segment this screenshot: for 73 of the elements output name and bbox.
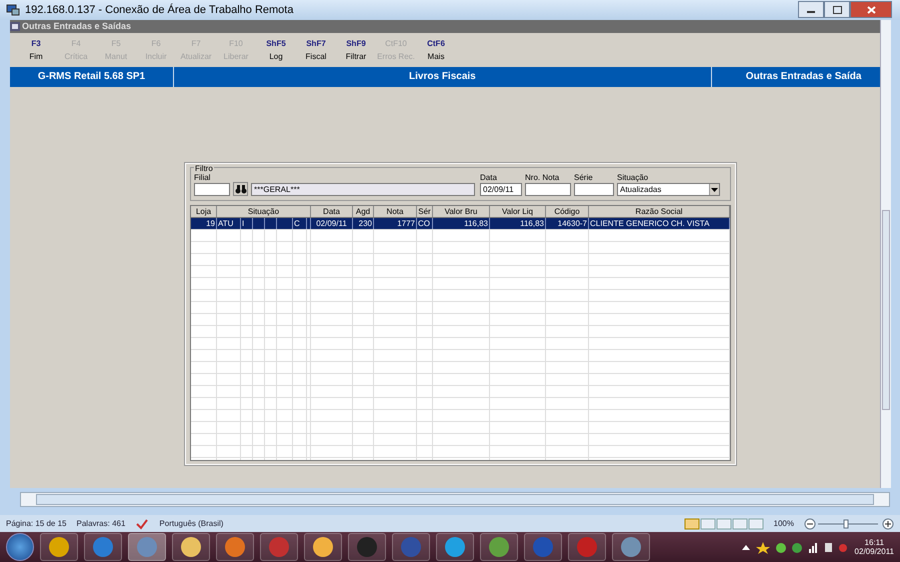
maximize-button[interactable] bbox=[824, 1, 850, 18]
field-label: Data bbox=[480, 172, 498, 182]
close-button[interactable] bbox=[850, 1, 892, 18]
date-field[interactable]: 02/09/11 bbox=[480, 182, 522, 196]
input-field[interactable] bbox=[574, 182, 614, 196]
word-count: Palavras: 461 bbox=[76, 519, 126, 528]
vertical-scrollbar[interactable] bbox=[880, 20, 891, 488]
table-cell: CLIENTE GENERICO CH. VISTA bbox=[589, 218, 730, 229]
table-cell: I bbox=[241, 218, 253, 229]
column-header[interactable]: Situação bbox=[217, 206, 311, 217]
taskbar-app-button[interactable] bbox=[436, 533, 474, 562]
taskbar-app-button[interactable] bbox=[128, 533, 166, 562]
taskbar-app-button[interactable] bbox=[612, 533, 650, 562]
name-field: ***GERAL*** bbox=[251, 182, 475, 196]
column-header[interactable]: Data bbox=[311, 206, 353, 217]
table-cell: CO bbox=[417, 218, 433, 229]
taskbar-app-button[interactable] bbox=[216, 533, 254, 562]
field-label: Série bbox=[574, 172, 594, 182]
clock-date: 02/09/2011 bbox=[854, 547, 894, 556]
column-header[interactable]: Valor Bru bbox=[433, 206, 490, 217]
app-logo-icon bbox=[10, 22, 20, 31]
toolbar-button[interactable]: ShF5 Log bbox=[256, 32, 296, 67]
table-cell: 19 bbox=[191, 218, 217, 229]
toolbar-button[interactable]: F3 Fim bbox=[16, 32, 56, 67]
app-title: Outras Entradas e Saídas bbox=[22, 21, 132, 32]
column-header[interactable]: Loja bbox=[191, 206, 217, 217]
zoom-slider-icon[interactable] bbox=[804, 518, 894, 530]
toolbar-button[interactable]: ShF7 Fiscal bbox=[296, 32, 336, 67]
clock-time: 16:11 bbox=[864, 538, 884, 548]
table-cell: 116,83 bbox=[433, 218, 490, 229]
taskbar-app-button[interactable] bbox=[172, 533, 210, 562]
field-label: Situação bbox=[617, 172, 650, 182]
table-cell: C bbox=[293, 218, 307, 229]
column-header[interactable]: Razão Social bbox=[589, 206, 730, 217]
search-button[interactable] bbox=[233, 182, 248, 196]
column-header[interactable]: Código bbox=[546, 206, 589, 217]
table-cell: 14630-7 bbox=[546, 218, 589, 229]
maximize-icon bbox=[832, 6, 842, 14]
table-row[interactable]: 19 ATU I C 02/09/11 230 1777 CO 116,83 116,83 14630-7 CLIENTE GENERICO CH. VISTA bbox=[191, 218, 730, 230]
field-label: Nro. Nota bbox=[525, 172, 560, 182]
taskbar-app-button[interactable] bbox=[40, 533, 78, 562]
toolbar-button[interactable]: ShF9 Filtrar bbox=[336, 32, 376, 67]
minimize-button[interactable] bbox=[798, 1, 824, 18]
view-buttons-icon[interactable] bbox=[684, 518, 764, 530]
column-header[interactable]: Agd bbox=[353, 206, 374, 217]
table-cell: 1777 bbox=[374, 218, 417, 229]
input-field[interactable] bbox=[525, 182, 571, 196]
spellcheck-icon bbox=[135, 518, 150, 530]
column-header[interactable]: Valor Liq bbox=[490, 206, 546, 217]
horizontal-scrollbar[interactable] bbox=[20, 492, 890, 508]
header-title: Livros Fiscais bbox=[174, 66, 712, 87]
input-field[interactable] bbox=[194, 182, 230, 196]
taskbar-app-button[interactable] bbox=[348, 533, 386, 562]
zoom-level: 100% bbox=[774, 519, 794, 528]
window-title: 192.168.0.137 - Conexão de Área de Trabalho Remota bbox=[25, 4, 294, 16]
language-status: Português (Brasil) bbox=[159, 519, 224, 528]
group-legend: Filtro bbox=[194, 164, 214, 173]
status-dropdown[interactable]: Atualizadas bbox=[617, 182, 720, 196]
taskbar-app-button[interactable] bbox=[480, 533, 518, 562]
column-header[interactable]: Nota bbox=[374, 206, 417, 217]
table-cell: 230 bbox=[353, 218, 374, 229]
page-count: Página: 15 de 15 bbox=[6, 519, 66, 528]
column-header[interactable]: Sér bbox=[417, 206, 433, 217]
start-button[interactable] bbox=[6, 533, 34, 562]
table-cell: ATU bbox=[217, 218, 241, 229]
table-cell: 116,83 bbox=[490, 218, 546, 229]
close-icon bbox=[866, 6, 876, 14]
toolbar-button[interactable]: CtF6 Mais bbox=[416, 32, 456, 67]
header-title: Outras Entradas e Saída bbox=[744, 70, 862, 84]
table-cell: 02/09/11 bbox=[311, 218, 353, 229]
field-label: Filial bbox=[194, 172, 212, 182]
taskbar-app-button[interactable] bbox=[304, 533, 342, 562]
header-title: G-RMS Retail 5.68 SP1 bbox=[10, 66, 174, 87]
